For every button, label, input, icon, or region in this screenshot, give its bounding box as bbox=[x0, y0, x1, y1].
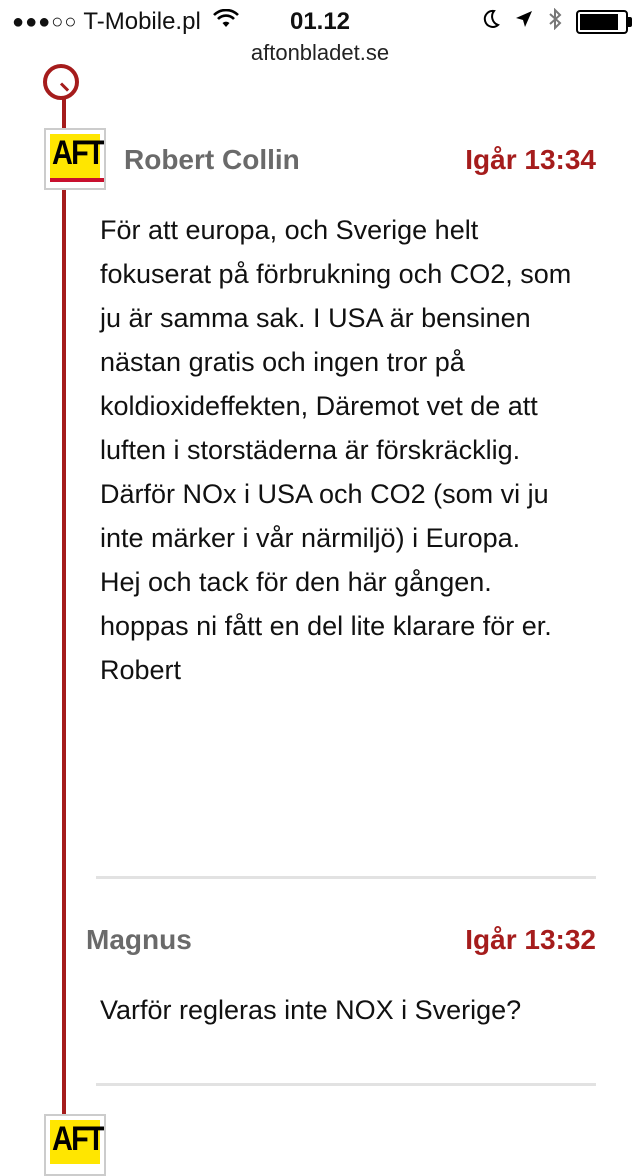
comment-author[interactable]: Magnus bbox=[86, 924, 192, 956]
avatar: AFT bbox=[44, 1114, 106, 1176]
status-right bbox=[482, 7, 632, 35]
clock-hand bbox=[59, 82, 70, 92]
timeline-line bbox=[62, 78, 66, 1136]
comment-time: Igår 13:32 bbox=[465, 924, 596, 955]
comment-author[interactable]: Robert Collin bbox=[124, 144, 300, 176]
comment-paragraph: Hej och tack för den här gången. hoppas … bbox=[100, 567, 552, 641]
status-bar: ●●●○○ T-Mobile.pl 01.12 bbox=[0, 0, 640, 40]
comment-body: För att europa, och Sverige helt fokuser… bbox=[100, 208, 580, 692]
comment-divider bbox=[96, 876, 596, 879]
battery-icon bbox=[576, 9, 632, 34]
url-bar[interactable]: aftonbladet.se bbox=[0, 40, 640, 74]
moon-icon bbox=[482, 9, 500, 34]
comment-paragraph: För att europa, och Sverige helt fokuser… bbox=[100, 215, 572, 553]
bluetooth-icon bbox=[548, 7, 562, 35]
comment-time: Igår 13:34 bbox=[465, 144, 596, 175]
comment-paragraph: Varför regleras inte NOX i Sverige? bbox=[100, 995, 522, 1025]
comment-body: Varför regleras inte NOX i Sverige? bbox=[100, 988, 580, 1032]
comment-paragraph: Robert bbox=[100, 655, 182, 685]
location-arrow-icon bbox=[514, 9, 534, 34]
avatar: AFT bbox=[44, 128, 106, 190]
avatar-logo-bar bbox=[50, 178, 104, 182]
clock-icon bbox=[43, 64, 79, 100]
comment-divider bbox=[96, 1083, 596, 1086]
avatar-logo-text: AFT bbox=[52, 1120, 104, 1158]
avatar-logo-text: AFT bbox=[52, 134, 104, 172]
battery-fill bbox=[580, 13, 618, 30]
